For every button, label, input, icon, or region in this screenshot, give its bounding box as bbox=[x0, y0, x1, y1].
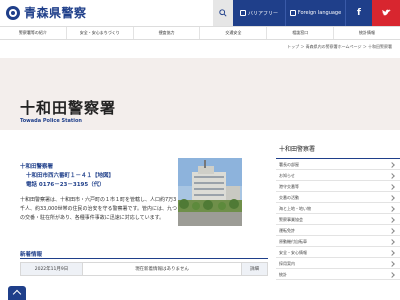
station-description: 十和田警察署は、十和田市・六戸町の１市１町を管轄し、人口約7万3千人、約33,0… bbox=[20, 197, 177, 221]
station-photo bbox=[178, 158, 242, 226]
page-title: 十和田警察署 bbox=[20, 99, 117, 117]
sidebar-title: 十和田警察署 bbox=[276, 140, 400, 159]
news-detail-link[interactable]: 詳細 bbox=[242, 262, 268, 276]
barrier-free-button[interactable]: バリアフリー bbox=[233, 0, 286, 26]
page-subtitle: Towada Police Station bbox=[20, 118, 82, 124]
nav-item-stations[interactable]: 警察署等の紹介 bbox=[0, 27, 67, 39]
sidebar: 十和田警察署 署長の部屋 お知らせ 港守交番等 交番の活動 海と上地・地い物 警… bbox=[276, 140, 400, 280]
search-button[interactable] bbox=[213, 0, 233, 26]
breadcrumb[interactable]: トップ ＞ 青森県内の警察署ホームページ ＞ 十和田警察署 bbox=[287, 44, 392, 50]
back-to-top-button[interactable] bbox=[8, 286, 26, 300]
facebook-button[interactable]: f bbox=[345, 0, 372, 26]
nav-item-investigation[interactable]: 捜査協力 bbox=[134, 27, 201, 39]
barrier-free-label: バリアフリー bbox=[247, 10, 278, 17]
police-emblem-icon bbox=[6, 5, 20, 20]
news-date: 2022年11月9日 bbox=[20, 262, 83, 276]
sidebar-item-statistics[interactable]: 統計 bbox=[276, 269, 400, 280]
sidebar-item-chief[interactable]: 署長の部屋 bbox=[276, 159, 400, 170]
sidebar-item-moped[interactable]: 原動機付自転車 bbox=[276, 236, 400, 247]
nav-item-safety[interactable]: 安全・安心まちづくり bbox=[67, 27, 134, 39]
nav-item-statistics[interactable]: 統計情報 bbox=[334, 27, 400, 39]
sidebar-item-area[interactable]: 海と上地・地い物 bbox=[276, 203, 400, 214]
search-icon bbox=[219, 9, 227, 17]
station-address-link[interactable]: 十和田市西六番町１－４１【地図】 bbox=[20, 172, 114, 181]
news-row: 2022年11月9日 現在新着情報はありません 詳細 bbox=[20, 262, 268, 276]
station-phone: 電話 0176－23－3195（代） bbox=[26, 182, 105, 188]
sidebar-item-koban[interactable]: 港守交番等 bbox=[276, 181, 400, 192]
global-nav: 警察署等の紹介 安全・安心まちづくり 捜査協力 交通安全 相談窓口 統計情報 bbox=[0, 26, 400, 40]
accessibility-icon bbox=[239, 10, 246, 16]
twitter-button[interactable] bbox=[372, 0, 400, 26]
site-logo[interactable]: 青森県警察 bbox=[6, 4, 87, 21]
sidebar-item-koban-activity[interactable]: 交番の活動 bbox=[276, 192, 400, 203]
sidebar-item-safety-info[interactable]: 安全・安心情報 bbox=[276, 247, 400, 258]
sidebar-item-license[interactable]: 運転免許 bbox=[276, 225, 400, 236]
foreign-language-label: Foreign language bbox=[297, 10, 342, 16]
nav-item-traffic[interactable]: 交通安全 bbox=[200, 27, 268, 39]
twitter-icon bbox=[381, 9, 391, 16]
sidebar-item-notices[interactable]: お知らせ bbox=[276, 170, 400, 181]
foreign-language-button[interactable]: Foreign language bbox=[286, 0, 345, 26]
station-info: 十和田警察署 十和田市西六番町１－４１【地図】 電話 0176－23－3195（… bbox=[20, 163, 114, 190]
sidebar-item-recruit[interactable]: 採用案内 bbox=[276, 258, 400, 269]
news-divider bbox=[20, 258, 268, 259]
station-name: 十和田警察署 bbox=[20, 164, 54, 170]
news-body: 現在新着情報はありません bbox=[83, 262, 242, 276]
news-heading: 新着情報 bbox=[20, 252, 43, 258]
nav-item-consultation[interactable]: 相談窓口 bbox=[267, 27, 335, 39]
logo-text: 青森県警察 bbox=[24, 6, 87, 20]
sidebar-item-association[interactable]: 警察事業協会 bbox=[276, 214, 400, 225]
language-icon bbox=[289, 10, 296, 16]
facebook-icon: f bbox=[357, 8, 361, 18]
